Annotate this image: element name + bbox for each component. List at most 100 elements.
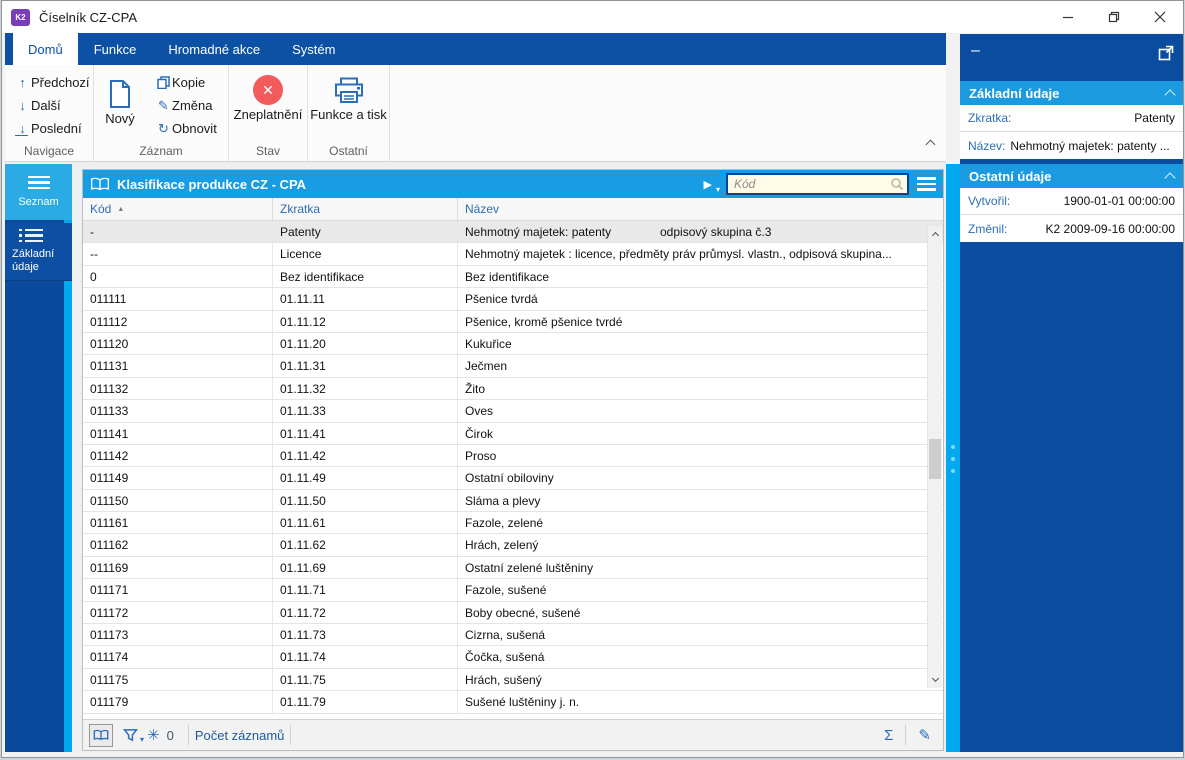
caret-down-icon: ▾ <box>715 184 720 194</box>
new-document-icon <box>108 77 132 111</box>
pencil-icon: ✎ <box>158 97 169 113</box>
table-row[interactable]: 011174 01.11.74 Čočka, sušená <box>83 646 943 669</box>
tab-hromadne-akce[interactable]: Hromadné akce <box>152 33 276 65</box>
table-row[interactable]: 011149 01.11.49 Ostatní obiloviny <box>83 467 943 490</box>
table-row[interactable]: 011171 01.11.71 Fazole, sušené <box>83 579 943 602</box>
table-row[interactable]: 011112 01.11.12 Pšenice, kromě pšenice tvr… <box>83 310 943 333</box>
column-header-zkratka[interactable]: Zkratka <box>273 198 458 220</box>
play-filter-button[interactable]: ▶ ▾ <box>704 178 720 194</box>
title-bar: K2 Číselník CZ-CPA <box>2 1 1183 33</box>
table-cell: 01.11.50 <box>273 489 458 512</box>
table-title: Klasifikace produkce CZ - CPA <box>117 176 307 192</box>
printer-icon <box>334 73 364 107</box>
table-row[interactable]: -- Licence Nehmotný majetek : licence, pře… <box>83 243 943 266</box>
table-row[interactable]: 011120 01.11.20 Kukuřice <box>83 332 943 356</box>
table-cell: 011150 <box>83 489 273 512</box>
table-cell: Čirok <box>465 426 494 441</box>
ribbon-collapse-button[interactable] <box>925 135 936 153</box>
field-label: Změnil: <box>968 221 1008 236</box>
section-header-zakladni-udaje[interactable]: Základní údaje <box>960 81 1183 105</box>
copy-button[interactable]: Kopie <box>146 71 228 94</box>
open-in-window-button[interactable] <box>1158 45 1174 61</box>
collapse-dash-button[interactable]: – <box>971 42 980 60</box>
field-value: 1900-01-01 00:00:00 <box>1063 194 1175 208</box>
window-title: Číselník CZ-CPA <box>39 9 137 25</box>
restore-button[interactable] <box>1091 1 1137 33</box>
arrow-up-icon: ↑ <box>19 75 26 90</box>
table-cell: -- <box>83 243 273 265</box>
table-row[interactable]: 011142 01.11.42 Proso <box>83 444 943 468</box>
previous-button[interactable]: ↑ Předchozí <box>5 71 93 94</box>
functions-print-label: Funkce a tisk <box>310 107 387 122</box>
book-view-button[interactable] <box>89 723 113 747</box>
table-cell: 01.11.73 <box>273 624 458 646</box>
table-row[interactable]: 011169 01.11.69 Ostatní zelené luštěniny <box>83 556 943 580</box>
minimize-button[interactable] <box>1045 1 1091 33</box>
divider <box>290 725 292 745</box>
table-cell: Bez identifikace <box>273 265 458 288</box>
table-panel: Klasifikace produkce CZ - CPA ▶ ▾ Kód Kó… <box>82 169 944 751</box>
scroll-up-button[interactable] <box>928 228 942 243</box>
table-cell: 011133 <box>83 400 273 422</box>
refresh-button[interactable]: ↻ Obnovit <box>146 117 228 140</box>
table-cell: 01.11.33 <box>273 400 458 422</box>
table-row[interactable]: 011131 01.11.31 Ječmen <box>83 355 943 378</box>
chevron-up-icon <box>1164 172 1176 184</box>
table-row[interactable]: - Patenty Nehmotný majetek: patenty odpisov… <box>83 221 943 244</box>
table-row[interactable]: 011179 01.11.79 Sušené luštěniny j. n. <box>83 691 943 714</box>
panel-splitter[interactable] <box>946 164 960 754</box>
column-header-kod[interactable]: Kód ▲ <box>83 198 273 220</box>
sum-sigma-button[interactable]: Σ <box>884 727 893 744</box>
tab-system[interactable]: Systém <box>276 33 351 65</box>
ribbon: ↑ Předchozí ↓ Další ↓ Poslední Navigace … <box>5 65 946 162</box>
edit-pencil-button[interactable]: ✎ <box>918 726 931 744</box>
table-row[interactable]: 011132 01.11.32 Žito <box>83 377 943 401</box>
copy-icon <box>155 76 172 89</box>
table-cell: - <box>83 221 273 243</box>
table-cell: 011111 <box>83 288 273 310</box>
close-icon <box>1154 11 1166 23</box>
table-row[interactable]: 0 Bez identifikace Bez identifikace <box>83 265 943 289</box>
last-button[interactable]: ↓ Poslední <box>5 117 93 140</box>
filter-funnel-icon <box>123 729 138 742</box>
vertical-scrollbar[interactable] <box>927 226 942 688</box>
invalidate-red-x-icon: ✕ <box>253 75 283 105</box>
scrollbar-thumb[interactable] <box>929 438 941 479</box>
table-cell: Ostatní zelené luštěniny <box>465 560 594 575</box>
table-row[interactable]: 011162 01.11.62 Hrách, zelený <box>83 534 943 557</box>
table-cell: Proso <box>465 448 497 463</box>
table-row[interactable]: 011133 01.11.33 Oves <box>83 400 943 423</box>
column-header-nazev[interactable]: Název <box>458 198 943 220</box>
field-label: Zkratka: <box>968 111 1012 125</box>
table-row[interactable]: 011150 01.11.50 Sláma a plevy <box>83 489 943 513</box>
table-cell: 011173 <box>83 624 273 646</box>
tab-domu[interactable]: Domů <box>13 33 78 65</box>
table-cell: 01.11.41 <box>273 422 458 444</box>
table-cell-extra: odpisový skupina č.3 <box>660 225 772 239</box>
ribbon-group-stav: ✕ Zneplatnění Stav <box>229 65 308 161</box>
functions-print-button[interactable]: Funkce a tisk <box>308 71 389 122</box>
window-bottom-strip <box>2 752 1183 757</box>
table-row[interactable]: 011172 01.11.72 Boby obecné, sušené <box>83 601 943 625</box>
next-button[interactable]: ↓ Další <box>5 94 93 117</box>
invalidate-button[interactable]: ✕ Zneplatnění <box>229 71 307 122</box>
section-header-ostatni-udaje[interactable]: Ostatní údaje <box>960 164 1183 188</box>
rail-item-zakladni-udaje[interactable]: Základní údaje <box>5 223 72 281</box>
table-row[interactable]: 011141 01.11.41 Čirok <box>83 422 943 445</box>
table-row[interactable]: 011173 01.11.73 Cizrna, sušená <box>83 624 943 647</box>
tab-funkce[interactable]: Funkce <box>78 33 153 65</box>
table-row[interactable]: 011111 01.11.11 Pšenice tvrdá <box>83 288 943 311</box>
table-row[interactable]: 011175 01.11.75 Hrách, sušený <box>83 668 943 692</box>
table-row[interactable]: 011161 01.11.61 Fazole, zelené <box>83 512 943 535</box>
section-body-zakladni-udaje: Zkratka: Patenty Název: Nehmotný majetek… <box>960 105 1183 159</box>
rail-item-seznam[interactable]: Seznam <box>5 164 72 220</box>
search-input[interactable] <box>726 173 909 195</box>
table-header-row: Kód ▲ Zkratka Název <box>83 198 943 221</box>
freeze-asterisk-button[interactable]: ✳ <box>147 726 160 744</box>
close-button[interactable] <box>1137 1 1183 33</box>
table-menu-button[interactable] <box>915 174 938 193</box>
edit-button[interactable]: ✎ Změna <box>146 94 228 117</box>
scroll-down-button[interactable] <box>928 671 942 686</box>
filter-button[interactable]: ▾ <box>123 728 144 744</box>
field-vytvoril: Vytvořil: 1900-01-01 00:00:00 <box>960 188 1183 215</box>
